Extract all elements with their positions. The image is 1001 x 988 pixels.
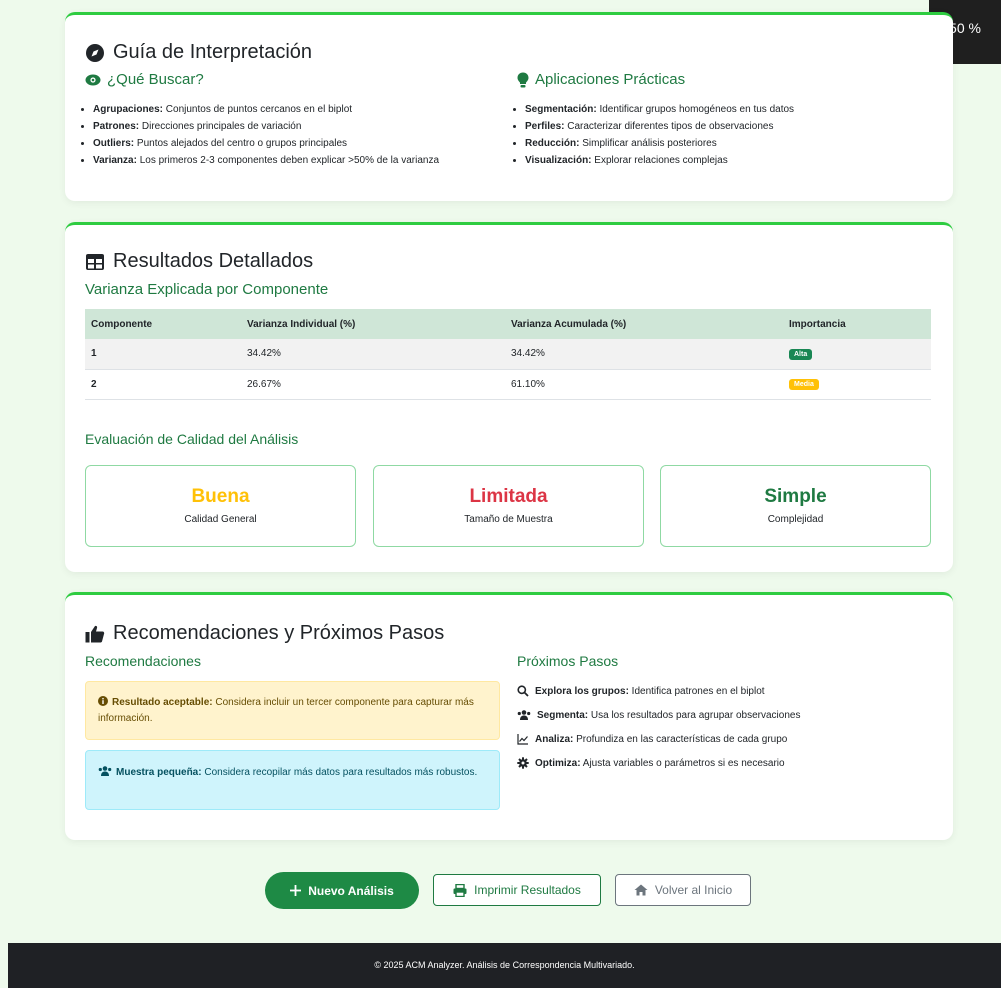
practical-apps-title-text: Aplicaciones Prácticas <box>535 71 686 88</box>
results-card: Resultados Detallados Varianza Explicada… <box>65 222 953 572</box>
list-item: Patrones: Direcciones principales de var… <box>93 118 505 135</box>
what-to-look-list: Agrupaciones: Conjuntos de puntos cercan… <box>65 101 505 169</box>
printer-icon <box>453 883 467 897</box>
column-header: Varianza Acumulada (%) <box>505 309 783 339</box>
table-header-row: Componente Varianza Individual (%) Varia… <box>85 309 931 339</box>
importance-cell: Alta <box>783 339 931 370</box>
quality-card-general: Buena Calidad General <box>85 465 356 547</box>
home-icon <box>634 884 648 896</box>
quality-value: Buena <box>191 486 250 507</box>
results-title: Resultados Detallados <box>85 250 313 273</box>
recommendations-card: Recomendaciones y Próximos Pasos Recomen… <box>65 592 953 840</box>
recommendations-title-text: Recomendaciones y Próximos Pasos <box>113 622 445 644</box>
guide-title-text: Guía de Interpretación <box>113 41 313 63</box>
component-cell: 2 <box>85 369 241 400</box>
quality-value: Limitada <box>469 486 548 507</box>
practical-apps-list: Segmentación: Identificar grupos homogén… <box>497 101 937 169</box>
component-cell: 1 <box>85 339 241 370</box>
new-analysis-label: Nuevo Análisis <box>308 883 394 898</box>
info-icon <box>98 696 108 706</box>
what-to-look-title-text: ¿Qué Buscar? <box>107 71 204 88</box>
table-row: 1 34.42% 34.42% Alta <box>85 339 931 370</box>
guide-card: Guía de Interpretación ¿Qué Buscar? Agru… <box>65 12 953 201</box>
users-icon <box>98 766 112 776</box>
back-home-button[interactable]: Volver al Inicio <box>615 874 751 906</box>
importance-badge: Alta <box>789 348 813 360</box>
back-home-label: Volver al Inicio <box>654 883 733 897</box>
importance-badge: Media <box>789 379 819 390</box>
print-results-label: Imprimir Resultados <box>474 883 581 897</box>
lightbulb-icon <box>517 72 529 87</box>
page-footer: © 2025 ACM Analyzer. Análisis de Corresp… <box>8 943 1001 988</box>
table-row: 2 26.67% 61.10% Media <box>85 369 931 400</box>
quality-label: Complejidad <box>767 514 824 525</box>
step-text: Segmenta: Usa los resultados para agrupa… <box>537 709 801 721</box>
list-item: Perfiles: Caracterizar diferentes tipos … <box>525 118 937 135</box>
list-item: Segmentación: Identificar grupos homogén… <box>525 101 937 118</box>
quality-title: Evaluación de Calidad del Análisis <box>85 431 299 447</box>
cumulative-variance-cell: 61.10% <box>505 369 783 400</box>
next-steps-list: Explora los grupos: Identifica patrones … <box>517 679 800 775</box>
next-steps-title: Próximos Pasos <box>517 653 619 669</box>
individual-variance-cell: 34.42% <box>241 339 505 370</box>
list-item: Segmenta: Usa los resultados para agrupa… <box>517 703 800 727</box>
quality-label: Calidad General <box>184 514 257 525</box>
what-to-look-title: ¿Qué Buscar? <box>85 71 204 88</box>
list-item: Reducción: Simplificar análisis posterio… <box>525 135 937 152</box>
alert-acceptable-result: Resultado aceptable: Considera incluir u… <box>85 681 500 740</box>
footer-text: © 2025 ACM Analyzer. Análisis de Corresp… <box>374 960 635 970</box>
list-item: Optimiza: Ajusta variables o parámetros … <box>517 751 800 775</box>
plus-icon <box>290 885 302 896</box>
step-text: Analiza: Profundiza en las característic… <box>535 733 788 745</box>
cumulative-variance-cell: 34.42% <box>505 339 783 370</box>
column-header: Importancia <box>783 309 931 339</box>
quality-label: Tamaño de Muestra <box>464 514 553 525</box>
step-text: Explora los grupos: Identifica patrones … <box>535 685 765 697</box>
thumbs-up-icon <box>85 625 105 642</box>
chart-line-icon <box>517 734 528 745</box>
list-item: Explora los grupos: Identifica patrones … <box>517 679 800 703</box>
compass-icon <box>86 43 104 62</box>
users-icon <box>517 710 531 720</box>
eye-icon <box>85 74 101 85</box>
list-item: Agrupaciones: Conjuntos de puntos cercan… <box>93 101 505 118</box>
quality-card-complexity: Simple Complejidad <box>660 465 931 547</box>
print-results-button[interactable]: Imprimir Resultados <box>433 874 601 906</box>
column-header: Varianza Individual (%) <box>241 309 505 339</box>
recommendations-title: Recomendaciones y Próximos Pasos <box>85 622 444 645</box>
importance-cell: Media <box>783 369 931 400</box>
guide-title: Guía de Interpretación <box>85 41 312 64</box>
column-header: Componente <box>85 309 241 339</box>
list-item: Outliers: Puntos alejados del centro o g… <box>93 135 505 152</box>
quality-value: Simple <box>764 486 827 507</box>
table-icon <box>86 253 104 270</box>
gear-icon <box>517 757 529 769</box>
results-title-text: Resultados Detallados <box>113 250 314 272</box>
search-icon <box>517 685 529 697</box>
practical-apps-title: Aplicaciones Prácticas <box>517 71 685 88</box>
variance-title: Varianza Explicada por Componente <box>85 281 329 298</box>
alert-small-sample: Muestra pequeña: Considera recopilar más… <box>85 750 500 810</box>
variance-table: Componente Varianza Individual (%) Varia… <box>85 309 931 400</box>
quality-card-sample-size: Limitada Tamaño de Muestra <box>373 465 644 547</box>
list-item: Visualización: Explorar relaciones compl… <box>525 152 937 169</box>
list-item: Varianza: Los primeros 2-3 componentes d… <box>93 152 505 169</box>
step-text: Optimiza: Ajusta variables o parámetros … <box>535 757 785 769</box>
recommendations-subtitle: Recomendaciones <box>85 653 201 669</box>
individual-variance-cell: 26.67% <box>241 369 505 400</box>
new-analysis-button[interactable]: Nuevo Análisis <box>265 872 419 909</box>
list-item: Analiza: Profundiza en las característic… <box>517 727 800 751</box>
